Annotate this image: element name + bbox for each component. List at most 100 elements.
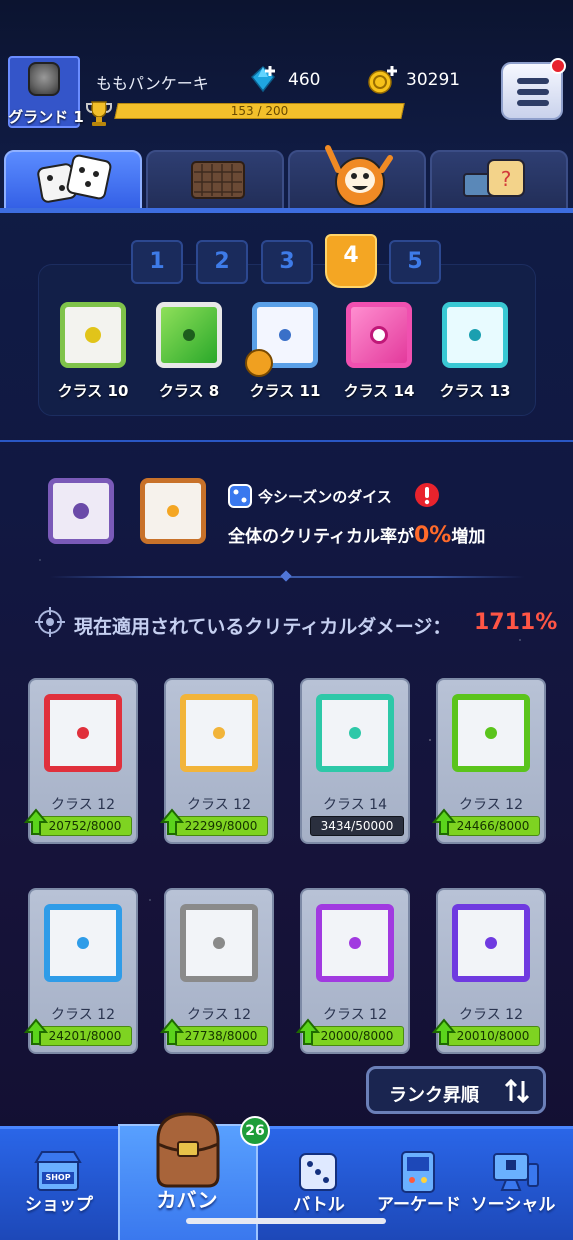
diamond-icon [250, 65, 276, 93]
shop-icon: SHOP [34, 1150, 82, 1194]
season-dice-title: 今シーズンのダイス [258, 488, 392, 506]
die-pip-icon [85, 327, 101, 343]
deck-die-3[interactable] [245, 302, 318, 377]
tab-dice[interactable] [4, 150, 142, 210]
tab-board[interactable] [146, 150, 284, 210]
die-face [44, 904, 122, 982]
username: ももパンケーキ [96, 74, 209, 93]
upgrade-arrow-icon [160, 808, 184, 835]
die-face [180, 694, 258, 772]
upgrade-arrow-icon [296, 1018, 320, 1045]
player-avatar[interactable]: グランド 1 [8, 56, 84, 128]
die-pip-icon [485, 937, 497, 949]
die-face [316, 904, 394, 982]
die-pip-icon [77, 727, 89, 739]
deck-button-5[interactable]: 5 [389, 240, 441, 284]
section-separator [0, 440, 573, 442]
dice-info-icon [228, 484, 252, 508]
deck-die-label: クラス 13 [439, 382, 511, 400]
item-box-icon: ? [463, 159, 525, 197]
dice-card-progress: 20000/8000 [310, 1026, 404, 1046]
arcade-icon [401, 1151, 435, 1193]
deck-die-5[interactable] [442, 302, 508, 368]
deck-button-2[interactable]: 2 [196, 240, 248, 284]
level-badge-icon [245, 349, 273, 377]
crit-damage-value: 1711% [474, 610, 558, 635]
tab-items[interactable]: ? [430, 150, 568, 210]
dice-card-progress: 24201/8000 [38, 1026, 132, 1046]
dice-card[interactable]: クラス 12 20752/8000 [24, 678, 138, 844]
dice-card-progress: 24466/8000 [446, 816, 540, 836]
deck-die-1[interactable] [60, 302, 126, 368]
dice-card[interactable]: クラス 12 20000/8000 [296, 888, 410, 1054]
deck-die-2[interactable] [156, 302, 222, 368]
trophy-icon [86, 101, 112, 126]
dice-card[interactable]: クラス 12 27738/8000 [160, 888, 274, 1054]
die-face [44, 694, 122, 772]
bag-badge: 26 [240, 1116, 270, 1146]
dice-icon [37, 154, 112, 203]
dice-card-progress: 27738/8000 [174, 1026, 268, 1046]
die-pip-icon [213, 937, 225, 949]
dice-card[interactable]: クラス 14 3434/50000 [300, 678, 410, 844]
deck-die-label: クラス 14 [343, 382, 415, 400]
deck-die-label: クラス 11 [249, 382, 321, 400]
dice-card[interactable]: クラス 12 20010/8000 [432, 888, 546, 1054]
battle-dice-icon [299, 1153, 337, 1191]
dice-card-progress: 20010/8000 [446, 1026, 540, 1046]
upgrade-arrow-icon [160, 1018, 184, 1045]
deck-button-4[interactable]: 4 [325, 234, 377, 288]
die-pip-icon [349, 727, 361, 739]
coin-count: 30291 [406, 70, 461, 90]
dice-card[interactable]: クラス 12 24466/8000 [432, 678, 546, 844]
tab-emote[interactable] [288, 145, 426, 210]
xp-text: 153 / 200 [230, 104, 289, 118]
dice-card[interactable]: クラス 12 22299/8000 [160, 678, 274, 844]
die-pip-icon [73, 503, 89, 519]
shop-sign: SHOP [45, 1173, 71, 1182]
crosshair-icon [35, 607, 65, 637]
character-icon [325, 145, 393, 207]
season-die-2[interactable] [140, 478, 206, 544]
upgrade-arrow-icon [24, 1018, 48, 1045]
die-pip-icon [469, 329, 481, 341]
season-crit-rate: 全体のクリティカル率が0%増加 [228, 522, 485, 548]
alert-icon[interactable] [414, 482, 440, 508]
die-pip-icon [167, 505, 179, 517]
gem-count: 460 [288, 70, 321, 90]
nav-battle[interactable]: バトル [264, 1190, 374, 1215]
board-icon [191, 161, 245, 199]
upgrade-arrow-icon [432, 808, 456, 835]
home-indicator [186, 1218, 386, 1224]
die-pip-icon [485, 727, 497, 739]
bag-icon [156, 1112, 220, 1188]
rank-label: グランド 1 [8, 108, 84, 126]
avatar-icon [28, 62, 60, 96]
die-face [452, 904, 530, 982]
nav-social[interactable]: ソーシャル [458, 1190, 568, 1215]
menu-bar-icon [517, 100, 549, 106]
sort-button[interactable]: ランク昇順 [366, 1066, 546, 1114]
deck-die-4[interactable] [346, 302, 412, 368]
upgrade-arrow-icon [432, 1018, 456, 1045]
deck-button-3[interactable]: 3 [261, 240, 313, 284]
die-pip-icon [279, 329, 291, 341]
nav-shop[interactable]: ショップ [4, 1190, 114, 1215]
dice-card-class: クラス 14 [323, 797, 387, 813]
dice-card-progress: 20752/8000 [38, 816, 132, 836]
dice-card-progress: 3434/50000 [310, 816, 404, 836]
nav-bag[interactable]: カバン [132, 1184, 242, 1213]
die-pip-icon [373, 329, 385, 341]
die-pip-icon [183, 329, 195, 341]
deck-button-1[interactable]: 1 [131, 240, 183, 284]
dice-card-progress: 22299/8000 [174, 816, 268, 836]
crit-damage-label: 現在適用されているクリティカルダメージ： [74, 616, 452, 638]
season-die-1[interactable] [48, 478, 114, 544]
dice-card[interactable]: クラス 12 24201/8000 [24, 888, 138, 1054]
crit-rate-suffix: 増加 [451, 527, 486, 547]
menu-bar-icon [517, 78, 549, 84]
coin-icon [368, 66, 397, 94]
die-face [316, 694, 394, 772]
upgrade-arrow-icon [24, 808, 48, 835]
sort-label: ランク昇順 [389, 1085, 479, 1106]
